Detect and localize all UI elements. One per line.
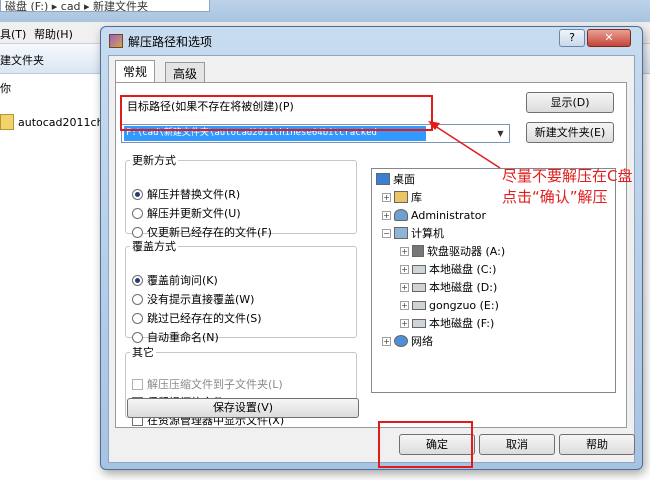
annotation-arrow <box>428 121 501 169</box>
annotation-note: 尽量不要解压在C盘 点击“确认”解压 <box>502 167 633 206</box>
arrow-line <box>431 123 501 169</box>
